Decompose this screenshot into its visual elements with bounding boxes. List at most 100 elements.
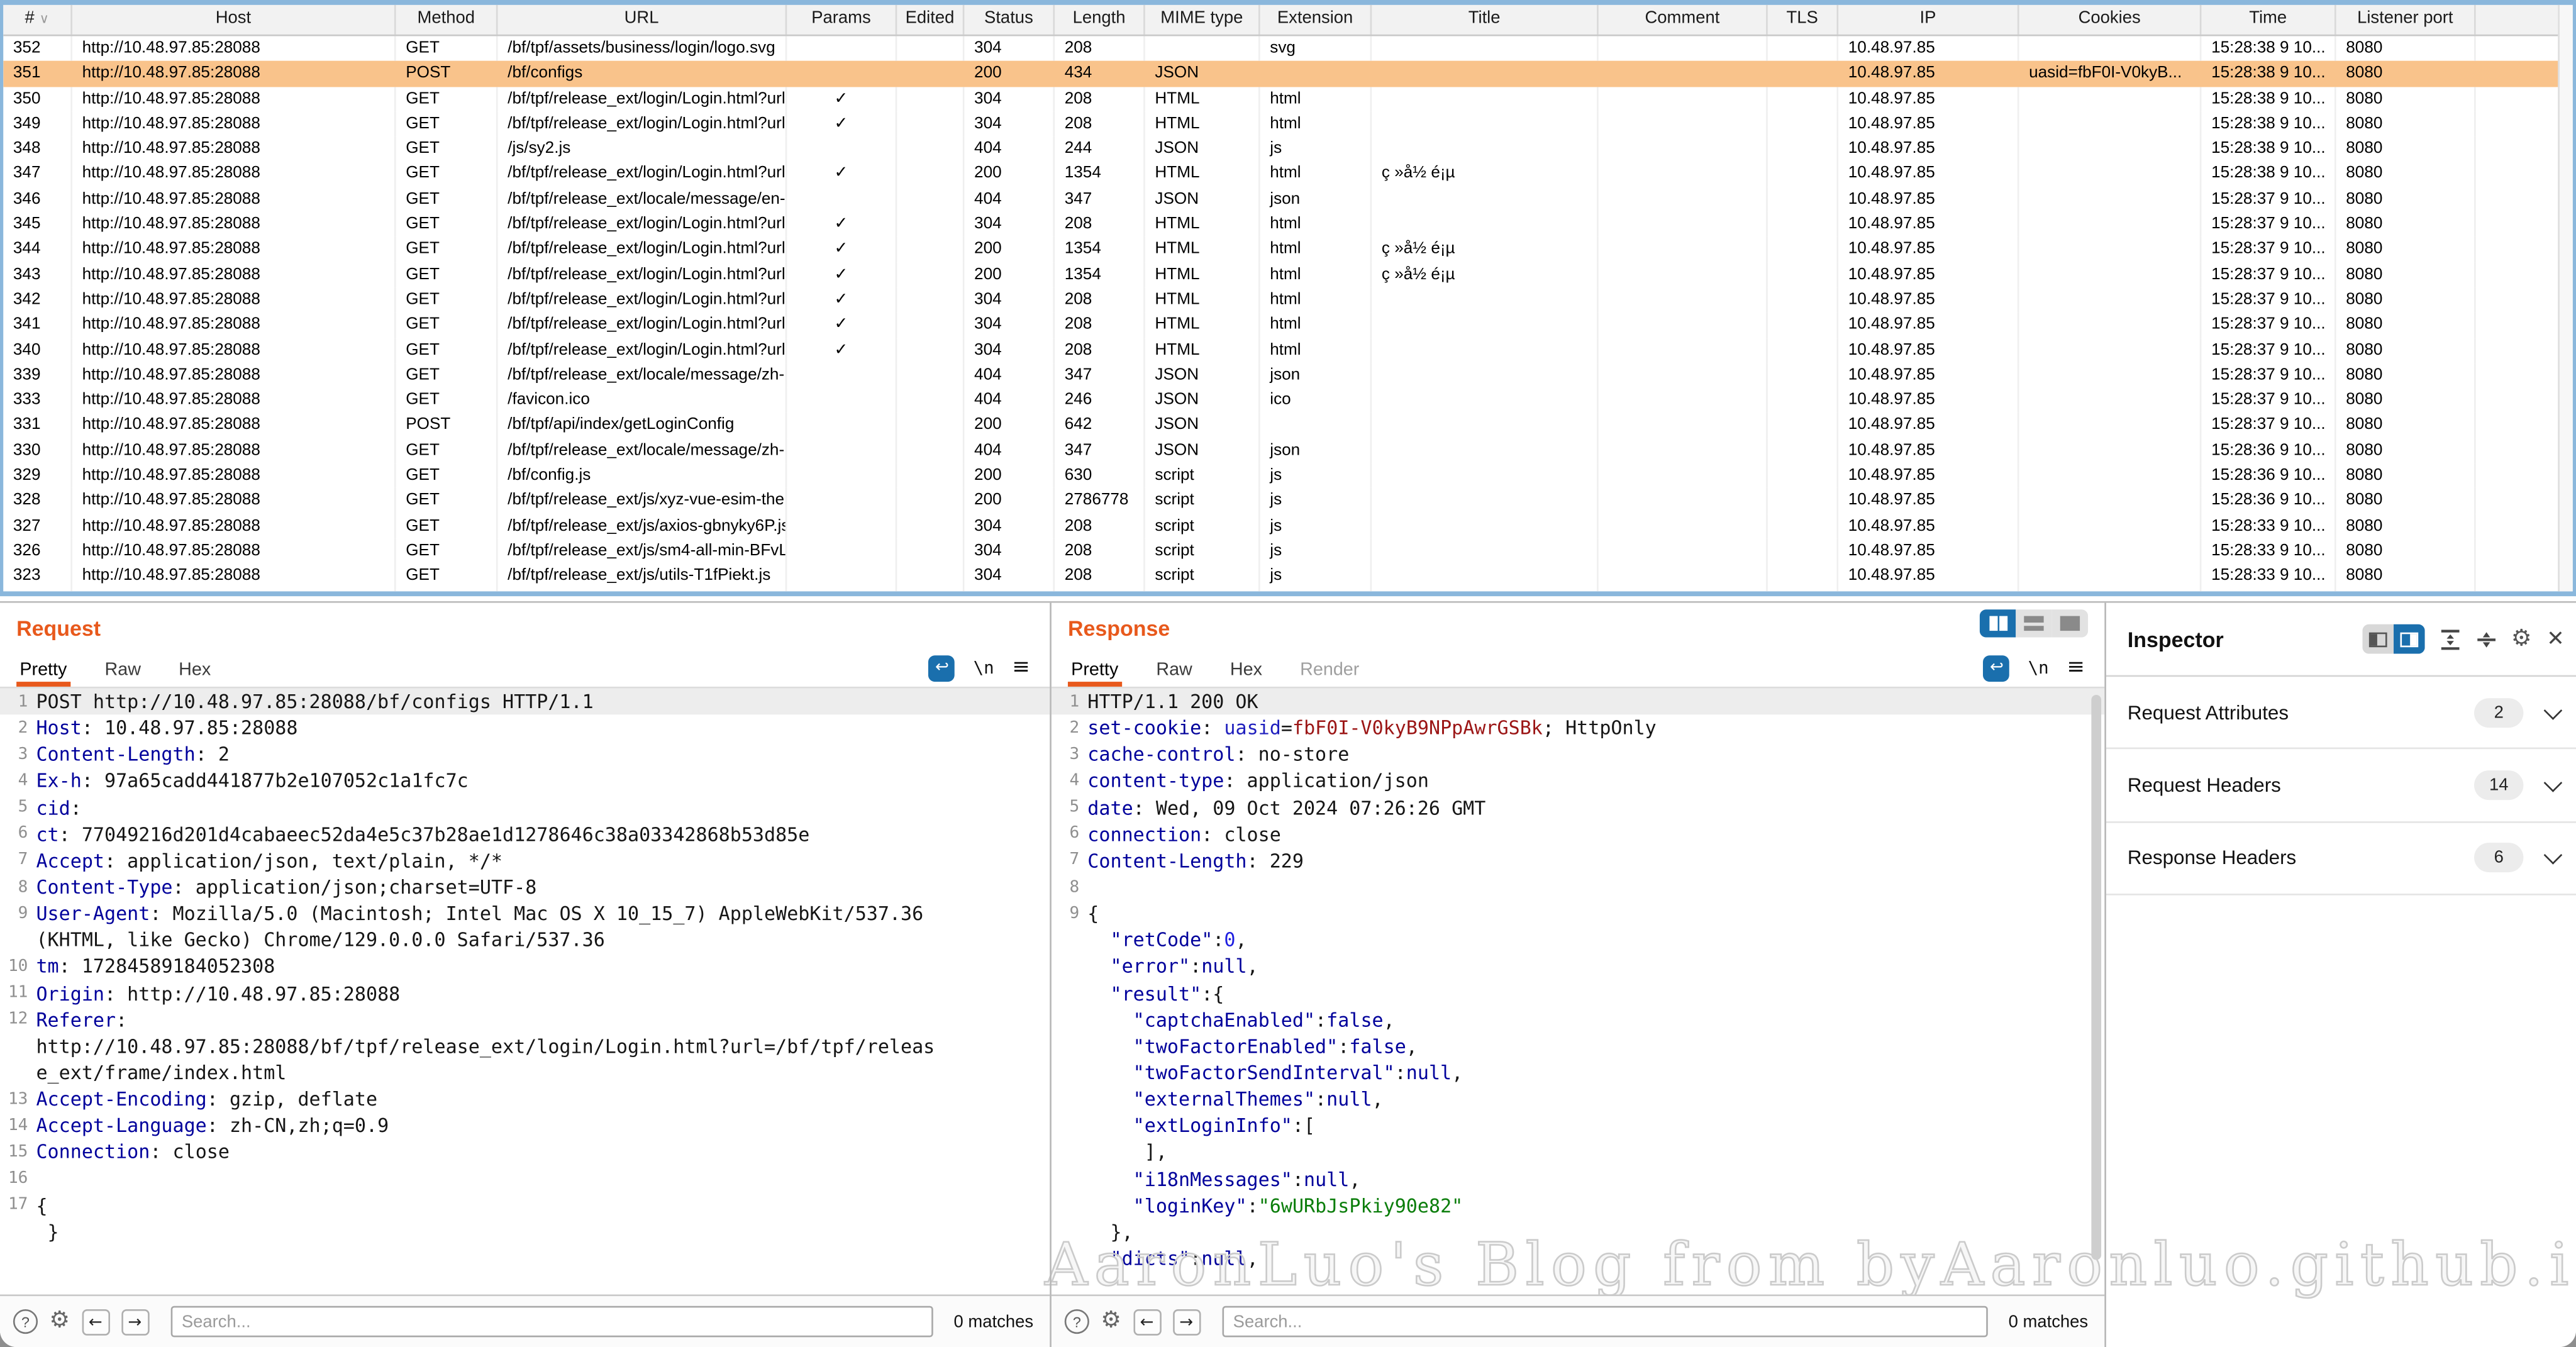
- column-header-params[interactable]: Params: [787, 5, 897, 35]
- table-row[interactable]: 329http://10.48.97.85:28088GET/bf/config…: [3, 463, 2573, 489]
- column-header-title[interactable]: Title: [1372, 5, 1598, 35]
- table-vertical-scrollbar[interactable]: [2558, 5, 2573, 592]
- search-settings-gear-icon[interactable]: ⚙: [1101, 1309, 1121, 1334]
- dock-right-icon[interactable]: [2393, 624, 2424, 654]
- request-editor[interactable]: 1POST http://10.48.97.85:28088/bf/config…: [0, 689, 1050, 1295]
- table-row[interactable]: 343http://10.48.97.85:28088GET/bf/tpf/re…: [3, 262, 2573, 287]
- chevron-down-icon[interactable]: [2544, 773, 2563, 792]
- table-row[interactable]: 341http://10.48.97.85:28088GET/bf/tpf/re…: [3, 313, 2573, 338]
- cell-port: 8080: [2336, 564, 2476, 589]
- tab-raw[interactable]: Raw: [101, 660, 144, 687]
- cell-title: ç »å½ é¡µ: [1372, 262, 1598, 287]
- table-row[interactable]: 340http://10.48.97.85:28088GET/bf/tpf/re…: [3, 338, 2573, 363]
- table-row[interactable]: 346http://10.48.97.85:28088GET/bf/tpf/re…: [3, 187, 2573, 212]
- soft-wrap-icon[interactable]: ↩: [1984, 655, 2010, 682]
- show-newlines-icon[interactable]: \n: [974, 659, 994, 679]
- cell-mime: script: [1145, 539, 1260, 564]
- response-inspector-divider[interactable]: [2104, 603, 2106, 1347]
- column-header-time[interactable]: Time: [2201, 5, 2336, 35]
- chevron-down-icon[interactable]: [2544, 701, 2563, 719]
- table-row[interactable]: 323http://10.48.97.85:28088GET/bf/tpf/re…: [3, 564, 2573, 589]
- inspector-settings-gear-icon[interactable]: ⚙: [2511, 626, 2532, 652]
- inspector-section-request-headers[interactable]: Request Headers14: [2106, 750, 2576, 823]
- cell-edited: [897, 413, 964, 438]
- column-header-tls[interactable]: TLS: [1768, 5, 1838, 35]
- column-header-edited[interactable]: Edited: [897, 5, 964, 35]
- column-header-length[interactable]: Length: [1055, 5, 1145, 35]
- table-row[interactable]: 322http://10.48.97.85:28088GET/bf/tpf/re…: [3, 589, 2573, 592]
- soft-wrap-icon[interactable]: ↩: [929, 655, 955, 682]
- table-row[interactable]: 342http://10.48.97.85:28088GET/bf/tpf/re…: [3, 287, 2573, 313]
- table-row[interactable]: 331http://10.48.97.85:28088POST/bf/tpf/a…: [3, 413, 2573, 438]
- help-icon[interactable]: ?: [1065, 1309, 1089, 1334]
- previous-match-button[interactable]: ←: [1133, 1309, 1160, 1335]
- column-header-mime-type[interactable]: MIME type: [1145, 5, 1260, 35]
- column-header-status[interactable]: Status: [964, 5, 1055, 35]
- layout-single-icon[interactable]: [2052, 609, 2088, 637]
- table-row[interactable]: 326http://10.48.97.85:28088GET/bf/tpf/re…: [3, 539, 2573, 564]
- cell-comment: [1599, 212, 1768, 237]
- request-response-divider[interactable]: [1050, 603, 1052, 1347]
- column-header-host[interactable]: Host: [72, 5, 396, 35]
- tab-raw[interactable]: Raw: [1153, 660, 1196, 687]
- cell-host: http://10.48.97.85:28088: [72, 36, 396, 61]
- table-row[interactable]: 352http://10.48.97.85:28088GET/bf/tpf/as…: [3, 36, 2573, 61]
- cell-ext: html: [1260, 237, 1372, 262]
- table-row[interactable]: 349http://10.48.97.85:28088GET/bf/tpf/re…: [3, 111, 2573, 136]
- table-row[interactable]: 350http://10.48.97.85:28088GET/bf/tpf/re…: [3, 86, 2573, 111]
- cell-url: /bf/tpf/release_ext/login/Login.html?url…: [498, 338, 787, 363]
- tab-pretty[interactable]: Pretty: [1068, 660, 1122, 687]
- dock-left-icon[interactable]: [2362, 624, 2393, 654]
- table-row[interactable]: 345http://10.48.97.85:28088GET/bf/tpf/re…: [3, 212, 2573, 237]
- tab-hex[interactable]: Hex: [175, 660, 214, 687]
- response-editor[interactable]: 1HTTP/1.1 200 OK2set-cookie: uasid=fbF0I…: [1052, 689, 2104, 1295]
- editor-menu-icon[interactable]: ≡: [2067, 659, 2084, 679]
- cell-host: http://10.48.97.85:28088: [72, 489, 396, 514]
- editor-line-text: Accept-Encoding: gzip, deflate: [36, 1088, 377, 1111]
- search-settings-gear-icon[interactable]: ⚙: [49, 1309, 70, 1334]
- column-header--[interactable]: #∨: [3, 5, 72, 35]
- previous-match-button[interactable]: ←: [81, 1309, 109, 1335]
- column-header-method[interactable]: Method: [396, 5, 498, 35]
- column-header-cookies[interactable]: Cookies: [2019, 5, 2201, 35]
- next-match-button[interactable]: →: [121, 1309, 148, 1335]
- table-row[interactable]: 344http://10.48.97.85:28088GET/bf/tpf/re…: [3, 237, 2573, 262]
- layout-stacked-icon[interactable]: [2016, 609, 2051, 637]
- collapse-all-icon[interactable]: [2475, 628, 2496, 650]
- inspector-section-request-attributes[interactable]: Request Attributes2: [2106, 677, 2576, 750]
- column-header-ip[interactable]: IP: [1838, 5, 2019, 35]
- cell-params: [787, 388, 897, 413]
- response-scrollbar-thumb[interactable]: [2091, 695, 2101, 1260]
- editor-menu-icon[interactable]: ≡: [1012, 659, 1030, 679]
- tab-render[interactable]: Render: [1297, 660, 1363, 687]
- cell-method: GET: [396, 564, 498, 589]
- request-search-input[interactable]: [170, 1306, 933, 1338]
- layout-side-by-side-icon[interactable]: [1980, 609, 2016, 637]
- cell-edited: [897, 564, 964, 589]
- inspector-section-label: Request Headers: [2128, 774, 2281, 797]
- response-search-input[interactable]: [1221, 1306, 1987, 1338]
- table-row[interactable]: 333http://10.48.97.85:28088GET/favicon.i…: [3, 388, 2573, 413]
- help-icon[interactable]: ?: [13, 1309, 38, 1334]
- cell-host: http://10.48.97.85:28088: [72, 237, 396, 262]
- table-row[interactable]: 328http://10.48.97.85:28088GET/bf/tpf/re…: [3, 489, 2573, 514]
- table-row[interactable]: 347http://10.48.97.85:28088GET/bf/tpf/re…: [3, 162, 2573, 187]
- next-match-button[interactable]: →: [1172, 1309, 1200, 1335]
- chevron-down-icon[interactable]: [2544, 846, 2563, 865]
- inspector-section-response-headers[interactable]: Response Headers6: [2106, 823, 2576, 895]
- table-row[interactable]: 327http://10.48.97.85:28088GET/bf/tpf/re…: [3, 514, 2573, 539]
- column-header-url[interactable]: URL: [498, 5, 787, 35]
- show-newlines-icon[interactable]: \n: [2028, 659, 2049, 679]
- table-row[interactable]: 339http://10.48.97.85:28088GET/bf/tpf/re…: [3, 363, 2573, 388]
- column-header-comment[interactable]: Comment: [1599, 5, 1768, 35]
- table-row[interactable]: 348http://10.48.97.85:28088GET/js/sy2.js…: [3, 136, 2573, 162]
- inspector-close-icon[interactable]: ✕: [2546, 627, 2564, 651]
- cell-port: 8080: [2336, 363, 2476, 388]
- table-row[interactable]: 330http://10.48.97.85:28088GET/bf/tpf/re…: [3, 438, 2573, 463]
- table-row-selected[interactable]: 351http://10.48.97.85:28088POST/bf/confi…: [3, 61, 2573, 86]
- expand-all-icon[interactable]: [2439, 628, 2460, 650]
- tab-pretty[interactable]: Pretty: [16, 660, 70, 687]
- tab-hex[interactable]: Hex: [1227, 660, 1266, 687]
- column-header-listener-port[interactable]: Listener port: [2336, 5, 2476, 35]
- column-header-extension[interactable]: Extension: [1260, 5, 1372, 35]
